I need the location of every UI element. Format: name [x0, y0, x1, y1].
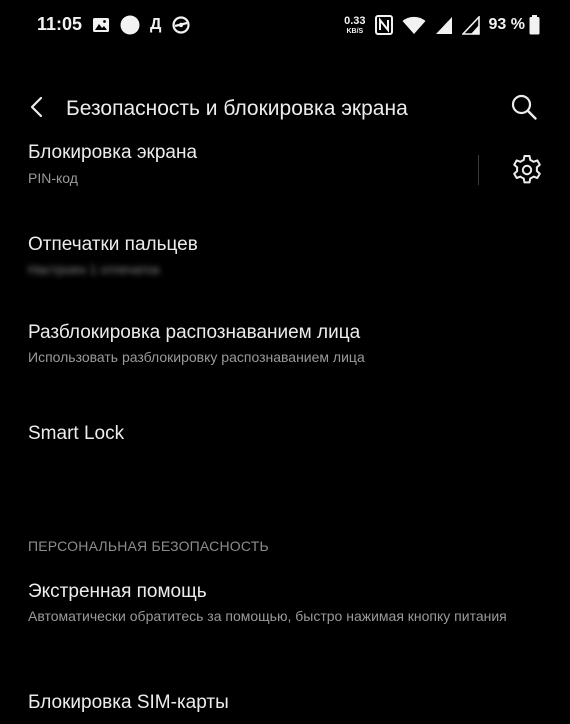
list-item-fingerprints[interactable]: Отпечатки пальцев Настроен 1 отпечаток	[0, 226, 570, 296]
face-unlock-title: Разблокировка распознаванием лица	[28, 322, 361, 343]
smart-lock-title: Smart Lock	[28, 423, 125, 444]
fingerprints-title: Отпечатки пальцев	[28, 234, 198, 255]
screen-lock-title: Блокировка экрана	[28, 142, 198, 163]
list-item-sim-lock[interactable]: Блокировка SIM-карты	[0, 684, 570, 724]
list-item-screen-lock[interactable]: Блокировка экрана PIN-код	[0, 138, 570, 202]
list-item-emergency[interactable]: Экстренная помощь Автоматически обратите…	[0, 572, 570, 652]
section-header-personal-safety: ПЕРСОНАЛЬНАЯ БЕЗОПАСНОСТЬ	[28, 538, 269, 554]
gear-icon	[511, 152, 543, 189]
list-item-smart-lock[interactable]: Smart Lock	[0, 410, 570, 466]
list-item-face-unlock[interactable]: Разблокировка распознаванием лица Исполь…	[0, 314, 570, 388]
face-unlock-subtitle: Использовать разблокировку распознавание…	[28, 349, 365, 365]
sim-lock-title: Блокировка SIM-карты	[28, 692, 229, 713]
fingerprints-subtitle: Настроен 1 отпечаток	[28, 262, 160, 277]
item-divider	[478, 155, 479, 185]
screen-lock-subtitle: PIN-код	[28, 170, 78, 186]
settings-list: Блокировка экрана PIN-код Отпечатки паль…	[0, 0, 570, 713]
emergency-title: Экстренная помощь	[28, 581, 207, 602]
screen-lock-settings-button[interactable]	[508, 151, 546, 189]
emergency-subtitle: Автоматически обратитесь за помощью, быс…	[28, 608, 507, 624]
